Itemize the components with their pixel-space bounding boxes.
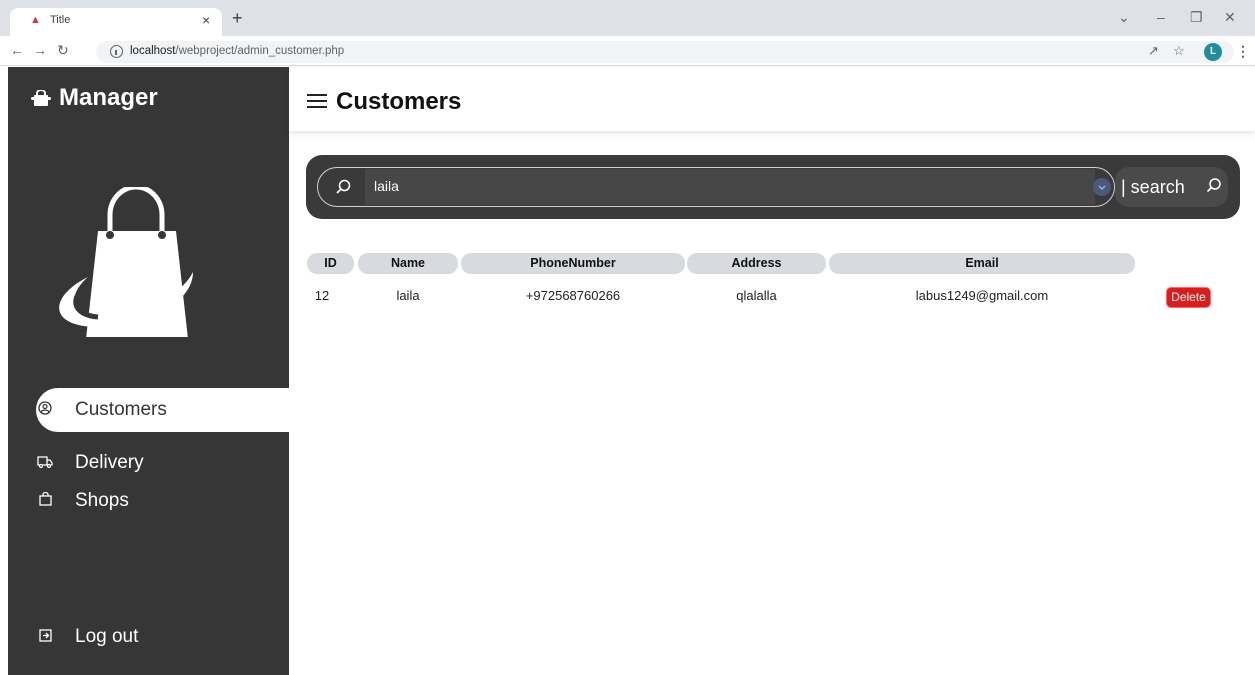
column-header-name: Name: [358, 253, 458, 274]
chevron-down-icon[interactable]: [1093, 178, 1111, 196]
brand: Manager: [31, 84, 158, 112]
share-icon[interactable]: ↗: [1148, 44, 1159, 58]
sidebar-item-label: Customers: [75, 399, 167, 420]
tab-search-icon[interactable]: ⌄: [1118, 10, 1130, 24]
cell-email: labus1249@gmail.com: [915, 288, 1049, 303]
reload-icon[interactable]: ↻: [57, 43, 69, 57]
favicon-icon: ▲: [30, 14, 41, 26]
maximize-icon[interactable]: ❐: [1190, 10, 1203, 24]
url-field[interactable]: localhost/webproject/admin_customer.php …: [96, 41, 1234, 63]
back-icon[interactable]: ←: [10, 43, 24, 57]
column-header-phone: PhoneNumber: [461, 253, 685, 274]
page-title: Customers: [336, 88, 462, 115]
minimize-icon[interactable]: –: [1157, 10, 1165, 24]
tab-title: Title: [50, 14, 71, 26]
search-icon: [336, 179, 351, 194]
browser-address-bar: ← → ↻ localhost/webproject/admin_custome…: [0, 36, 1255, 66]
bag-icon: [36, 491, 54, 510]
logout-button[interactable]: Log out: [36, 615, 289, 659]
column-header-id: ID: [307, 253, 354, 274]
truck-icon: [36, 455, 54, 472]
sidebar-item-customers[interactable]: Customers: [36, 388, 289, 432]
logout-icon: [36, 628, 54, 646]
shopping-bag-logo-icon: [59, 187, 193, 337]
new-tab-button[interactable]: +: [232, 9, 243, 27]
shop-bag-icon: [31, 90, 51, 106]
cell-id: 12: [314, 288, 330, 303]
delete-button[interactable]: Delete: [1166, 287, 1211, 308]
info-icon[interactable]: [110, 45, 123, 58]
search-value: laila: [374, 178, 399, 194]
page-header: Customers: [289, 67, 1255, 131]
window-close-icon[interactable]: ✕: [1224, 10, 1236, 24]
search-button[interactable]: | search: [1115, 167, 1228, 207]
profile-avatar[interactable]: L: [1204, 43, 1222, 61]
column-header-address: Address: [687, 253, 826, 274]
search-input[interactable]: laila: [317, 167, 1115, 207]
search-panel: laila | search: [306, 155, 1240, 219]
search-input-fill: [365, 169, 1095, 205]
column-header-email: Email: [829, 253, 1135, 274]
kebab-menu-icon[interactable]: ⋮: [1236, 43, 1250, 60]
brand-title: Manager: [59, 84, 158, 111]
cell-phone: +972568760266: [525, 288, 621, 303]
hamburger-menu-icon[interactable]: [307, 94, 327, 108]
logout-label: Log out: [75, 626, 139, 647]
star-icon[interactable]: ☆: [1173, 44, 1185, 58]
tab-close-icon[interactable]: ×: [202, 12, 210, 28]
search-icon: [1206, 178, 1221, 193]
sidebar-item-label: Shops: [75, 490, 129, 511]
user-circle-icon: [36, 401, 54, 419]
url-text: localhost/webproject/admin_customer.php: [130, 45, 345, 57]
browser-tab-bar: ▲ Title × + ⌄ – ❐ ✕: [0, 0, 1255, 36]
browser-tab[interactable]: ▲ Title ×: [10, 8, 222, 36]
sidebar: Manager Customers Delivery Shops Log out: [8, 67, 289, 675]
search-button-label: | search: [1121, 177, 1185, 197]
cell-address: qlalalla: [736, 288, 777, 303]
forward-icon[interactable]: →: [33, 43, 47, 57]
sidebar-item-shops[interactable]: Shops: [36, 479, 289, 523]
cell-name: laila: [396, 288, 420, 303]
